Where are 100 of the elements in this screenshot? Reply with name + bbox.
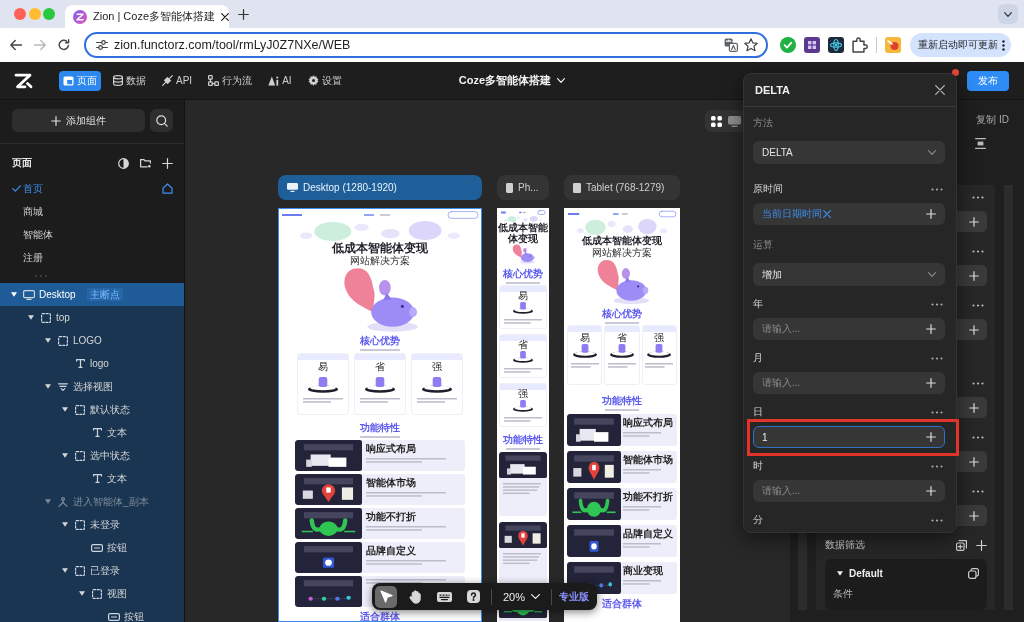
half-circle-icon[interactable]	[118, 157, 129, 169]
add-icon[interactable]	[969, 216, 979, 227]
tree-item[interactable]: 选中状态	[0, 444, 184, 467]
caption-line-drawing	[605, 409, 639, 411]
more-icon[interactable]	[972, 195, 984, 199]
input-field[interactable]: 请输入...	[753, 372, 945, 394]
more-icon[interactable]	[931, 464, 943, 468]
tree-item[interactable]: top	[0, 306, 184, 329]
tree-item[interactable]: Desktop 主断点	[0, 283, 184, 306]
more-icon[interactable]	[972, 249, 984, 253]
reload-icon[interactable]	[58, 39, 70, 51]
tile-drawing	[295, 542, 362, 573]
tree-item[interactable]: logo	[0, 352, 184, 375]
more-icon[interactable]	[931, 410, 943, 414]
caret-icon[interactable]	[45, 384, 51, 389]
tree-item[interactable]: 文本	[0, 467, 184, 490]
more-icon[interactable]	[972, 303, 984, 307]
caret-icon[interactable]	[62, 407, 68, 412]
align-center-icon[interactable]	[975, 138, 986, 149]
nav-tab[interactable]: 数据	[109, 70, 150, 91]
tree-item[interactable]: 文本	[0, 421, 184, 444]
close-icon[interactable]	[935, 85, 945, 95]
text-lines-drawing	[504, 319, 542, 326]
remove-icon[interactable]	[823, 210, 831, 218]
input-field[interactable]: 1	[753, 426, 945, 448]
nav-tab[interactable]: AI	[264, 70, 296, 91]
check-circle-icon[interactable]	[780, 37, 796, 53]
chevron-down-icon	[1004, 11, 1012, 17]
more-icon[interactable]	[931, 518, 943, 522]
tree-item[interactable]: 选择视图	[0, 375, 184, 398]
copy-icon[interactable]	[968, 567, 979, 579]
zoom-dropdown[interactable]: 20%	[499, 590, 545, 603]
page-item[interactable]: 商城	[0, 200, 184, 223]
page-item[interactable]: 首页	[0, 177, 184, 200]
nav-tab[interactable]: API	[158, 70, 197, 91]
search-button[interactable]	[150, 109, 173, 132]
input-field[interactable]: 请输入...	[753, 318, 945, 340]
input-field[interactable]: 当前日期时间	[753, 203, 945, 225]
duplicate-icon[interactable]	[956, 539, 967, 551]
more-icon[interactable]	[931, 356, 943, 360]
logo-icon[interactable]	[14, 72, 33, 89]
feature-title: 商业变现	[623, 565, 664, 577]
plus-icon[interactable]	[238, 8, 249, 20]
nav-tab[interactable]: 页面	[59, 70, 101, 91]
add-icon[interactable]	[969, 456, 979, 467]
feature-title: 响应式布局	[366, 443, 417, 455]
nav-tab[interactable]: 行为流	[204, 70, 257, 91]
page-item[interactable]: 智能体	[0, 223, 184, 246]
close-icon[interactable]	[221, 12, 230, 21]
more-icon[interactable]	[972, 489, 984, 493]
pointer-tool-button[interactable]	[375, 585, 397, 608]
breakpoint-tab[interactable]: Tablet (768-1279)	[564, 175, 680, 200]
caret-icon[interactable]	[28, 315, 34, 320]
monitor-icon[interactable]	[728, 115, 741, 127]
nav-tab[interactable]: 设置	[303, 70, 346, 91]
grid-tile-icon[interactable]	[804, 37, 820, 53]
url-field[interactable]: zion.functorz.com/tool/rmLyJ0Z7NXe/WEB	[84, 32, 768, 58]
translate-icon[interactable]	[724, 38, 738, 52]
atom-icon[interactable]	[828, 37, 844, 53]
card-heading: 易	[579, 332, 590, 344]
caret-icon[interactable]	[11, 292, 17, 297]
tree-item[interactable]: LOGO	[0, 329, 184, 352]
update-button[interactable]: 重新启动即可更新	[910, 33, 1011, 57]
select-dropdown[interactable]: 增加	[753, 263, 945, 286]
more-icon[interactable]	[931, 302, 943, 306]
add-icon[interactable]	[969, 402, 979, 413]
input-field[interactable]: 请输入...	[753, 480, 945, 502]
copy-id-button[interactable]: 复制 ID	[976, 113, 1009, 127]
button-shape-icon	[91, 543, 103, 552]
project-title-dropdown[interactable]: Coze多智能体搭建	[458, 73, 566, 88]
tree-item[interactable]: 默认状态	[0, 398, 184, 421]
add-icon[interactable]	[969, 324, 979, 335]
value-token[interactable]: 当前日期时间	[762, 207, 831, 221]
more-icon[interactable]	[972, 435, 984, 439]
add-icon[interactable]	[969, 510, 979, 521]
page-item[interactable]: 注册	[0, 246, 184, 269]
arrow-left-icon[interactable]	[10, 39, 22, 51]
more-icon[interactable]	[972, 381, 984, 385]
text-lines-drawing	[623, 432, 661, 439]
more-icon[interactable]	[931, 187, 943, 191]
add-component-button[interactable]: 添加组件	[12, 109, 145, 132]
breakpoint-tab[interactable]: Ph...	[497, 175, 549, 200]
caret-icon[interactable]	[837, 570, 843, 576]
feature-title: 智能体市场	[623, 454, 674, 466]
breakpoint-tab[interactable]: Desktop (1280-1920)	[278, 175, 482, 200]
card-heading: 易	[518, 290, 528, 302]
grid-icon[interactable]	[711, 115, 722, 127]
filter-group-toggle[interactable]: Default	[833, 567, 883, 579]
caret-icon[interactable]	[45, 338, 51, 343]
select-dropdown[interactable]: DELTA	[753, 141, 945, 164]
folder-icon[interactable]	[140, 158, 151, 168]
puzzle-icon[interactable]	[852, 37, 868, 53]
caret-icon[interactable]	[62, 453, 68, 458]
tab-search-button[interactable]	[998, 4, 1018, 24]
sliders-icon[interactable]	[96, 39, 108, 51]
page-preview[interactable]: 低成本智能体变现 网站解决方案 核心优势 易 省 强 功能特性 响应式布局 智能体市场 功能不打折 品牌自定义 适合群体	[278, 208, 482, 622]
browser-tab[interactable]: Zion | Coze多智能体搭建	[65, 5, 229, 28]
add-icon[interactable]	[969, 270, 979, 281]
extension-icon[interactable]	[885, 37, 901, 53]
star-icon[interactable]	[744, 38, 758, 52]
